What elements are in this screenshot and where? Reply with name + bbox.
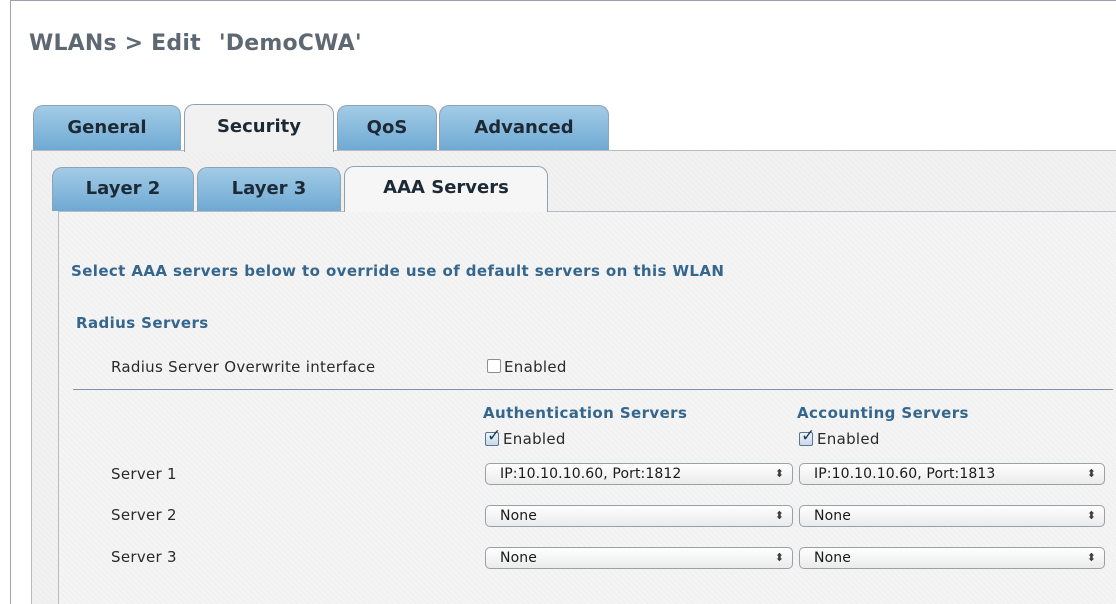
- tab-label: Layer 3: [231, 178, 307, 199]
- tab-label: General: [67, 117, 147, 138]
- server-3-auth-select[interactable]: None ⬍: [485, 547, 793, 569]
- select-value: None: [500, 508, 537, 524]
- auth-enabled-label: Enabled: [503, 430, 566, 448]
- up-down-arrows-icon: ⬍: [1086, 467, 1096, 480]
- up-down-arrows-icon: ⬍: [774, 551, 784, 564]
- up-down-arrows-icon: ⬍: [1086, 509, 1096, 522]
- server-2-acct-select[interactable]: None ⬍: [799, 505, 1105, 527]
- server-1-acct-select[interactable]: IP:10.10.10.60, Port:1813 ⬍: [799, 463, 1105, 485]
- authentication-servers-header: Authentication Servers: [483, 404, 688, 422]
- server-2-label: Server 2: [111, 506, 177, 524]
- page-title: WLANs > Edit 'DemoCWA': [29, 31, 362, 56]
- server-2-auth-select[interactable]: None ⬍: [485, 505, 793, 527]
- acct-enabled-label: Enabled: [817, 430, 880, 448]
- overwrite-interface-label: Radius Server Overwrite interface: [111, 358, 376, 376]
- aaa-intro-text: Select AAA servers below to override use…: [71, 262, 725, 280]
- select-value: None: [814, 508, 851, 524]
- tab-layer-3[interactable]: Layer 3: [197, 167, 341, 211]
- checkmark-icon: ✓: [801, 426, 816, 446]
- tab-label: Advanced: [474, 117, 574, 138]
- up-down-arrows-icon: ⬍: [774, 467, 784, 480]
- select-value: None: [814, 550, 851, 566]
- tab-label: Layer 2: [85, 178, 161, 199]
- server-3-acct-select[interactable]: None ⬍: [799, 547, 1105, 569]
- tab-label: AAA Servers: [383, 177, 509, 198]
- select-value: IP:10.10.10.60, Port:1812: [500, 466, 682, 482]
- security-panel: Layer 2 Layer 3 AAA Servers Select AAA s…: [31, 150, 1116, 604]
- auth-enabled-checkbox[interactable]: ✓: [485, 428, 501, 446]
- divider: [73, 389, 1113, 390]
- tab-advanced[interactable]: Advanced: [439, 105, 609, 151]
- up-down-arrows-icon: ⬍: [1086, 551, 1096, 564]
- breadcrumb-path: WLANs > Edit: [29, 31, 201, 56]
- wlan-name: 'DemoCWA': [218, 31, 362, 56]
- server-1-auth-select[interactable]: IP:10.10.10.60, Port:1812 ⬍: [485, 463, 793, 485]
- accounting-servers-header: Accounting Servers: [797, 404, 969, 422]
- tab-layer-2[interactable]: Layer 2: [52, 167, 194, 211]
- server-1-label: Server 1: [111, 465, 177, 483]
- tab-aaa-servers[interactable]: AAA Servers: [344, 166, 548, 212]
- tab-label: QoS: [366, 117, 408, 138]
- tab-general[interactable]: General: [33, 105, 181, 151]
- tab-label: Security: [216, 116, 302, 137]
- overwrite-enabled-label: Enabled: [504, 358, 567, 376]
- radius-servers-heading: Radius Servers: [76, 314, 209, 332]
- acct-enabled-checkbox[interactable]: ✓: [799, 428, 815, 446]
- tab-qos[interactable]: QoS: [337, 105, 437, 151]
- server-3-label: Server 3: [111, 548, 177, 566]
- select-value: None: [500, 550, 537, 566]
- select-value: IP:10.10.10.60, Port:1813: [814, 466, 996, 482]
- tab-security[interactable]: Security: [184, 104, 334, 152]
- aaa-servers-panel: Select AAA servers below to override use…: [58, 211, 1116, 604]
- up-down-arrows-icon: ⬍: [774, 509, 784, 522]
- checkmark-icon: ✓: [487, 426, 502, 446]
- wlan-edit-window: WLANs > Edit 'DemoCWA' General Security Q…: [10, 0, 1116, 604]
- overwrite-enabled-checkbox[interactable]: [487, 359, 501, 373]
